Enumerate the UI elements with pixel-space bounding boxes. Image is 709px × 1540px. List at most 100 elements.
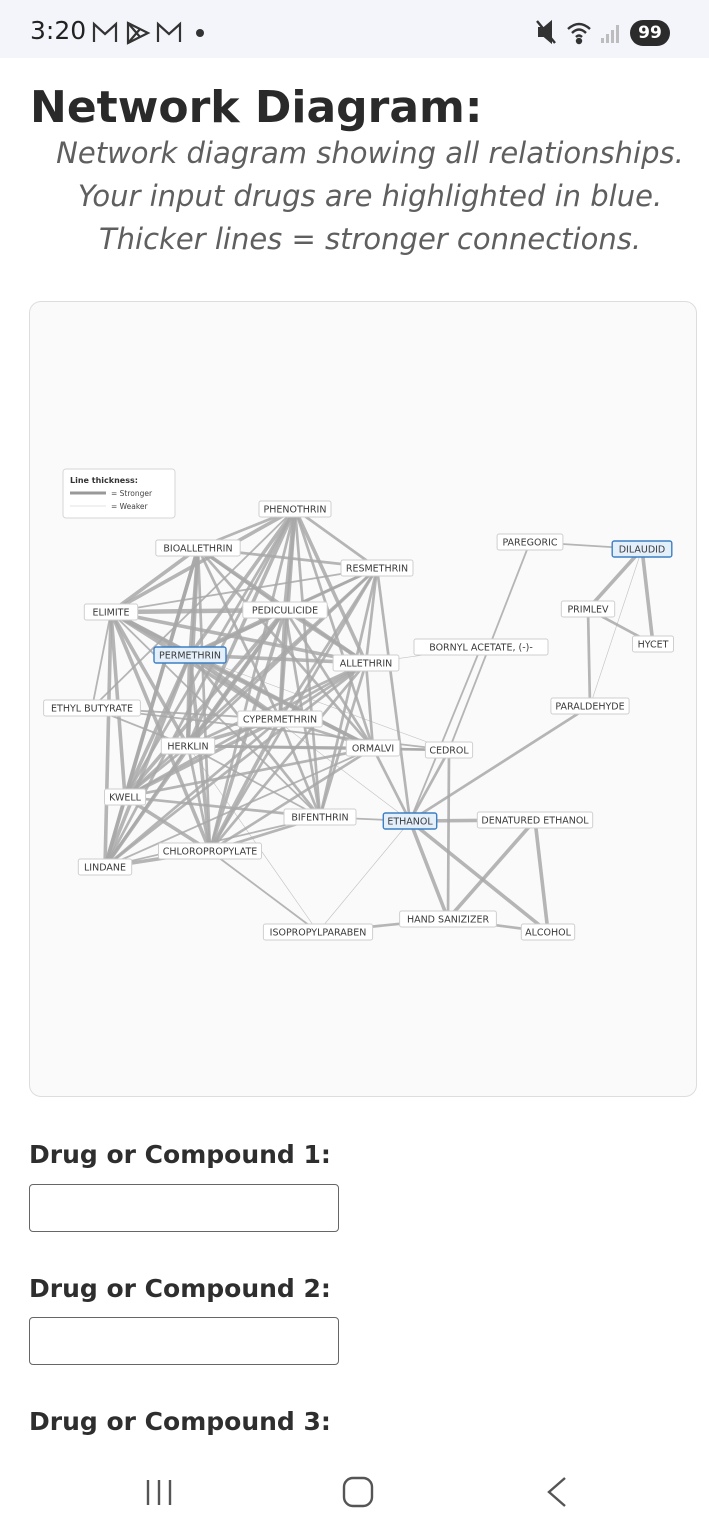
- edge: [317, 820, 411, 933]
- edge: [409, 704, 591, 823]
- node-label: CYPERMETHRIN: [243, 715, 317, 726]
- play-icon: [126, 21, 151, 45]
- node-label: PRIMLEV: [567, 605, 609, 616]
- navigation-bar: [0, 1450, 709, 1536]
- node-label: PEDICULICIDE: [252, 606, 318, 617]
- node-hand-sanizizer[interactable]: HAND SANIZIZER: [399, 910, 497, 928]
- legend-weaker: = Weaker: [111, 502, 149, 511]
- node-label: HYCET: [638, 640, 669, 651]
- system-icons: [536, 19, 619, 45]
- subtitle-line-3: Thicker lines = stronger connections.: [98, 222, 642, 256]
- node-label: HAND SANIZIZER: [407, 915, 490, 926]
- node-label: PHENOTHRIN: [264, 505, 327, 516]
- node-kwell[interactable]: KWELL: [104, 788, 146, 806]
- node-label: RESMETHRIN: [346, 564, 408, 575]
- node-dilaudid[interactable]: DILAUDID: [611, 540, 673, 558]
- subtitle-line-2: Your input drugs are highlighted in blue…: [77, 179, 663, 213]
- node-ormalvi[interactable]: ORMALVI: [345, 739, 401, 757]
- edge: [589, 548, 643, 707]
- dot-icon: [196, 29, 204, 37]
- field-label-3: Drug or Compound 3:: [29, 1407, 331, 1436]
- node-label: ALLETHRIN: [340, 659, 393, 670]
- edge: [103, 611, 113, 868]
- node-paregoric[interactable]: PAREGORIC: [496, 533, 564, 551]
- node-hycet[interactable]: HYCET: [632, 635, 674, 653]
- edge: [586, 547, 644, 611]
- node-label: ORMALVI: [352, 744, 394, 755]
- node-label: DILAUDID: [619, 545, 666, 556]
- edge: [209, 850, 319, 933]
- node-bioallethrin[interactable]: BIOALLETHRIN: [155, 539, 241, 557]
- mute-icon: [536, 19, 556, 45]
- node-herklin[interactable]: HERKLIN: [160, 737, 216, 755]
- node-label: PERMETHRIN: [159, 651, 221, 662]
- node-allethrin[interactable]: ALLETHRIN: [332, 654, 400, 672]
- node-phenothrin[interactable]: PHENOTHRIN: [258, 500, 332, 518]
- node-label: HERKLIN: [167, 742, 208, 753]
- status-bar: 3:20 99: [0, 0, 709, 58]
- node-resmethrin[interactable]: RESMETHRIN: [340, 559, 414, 577]
- network-diagram-panel[interactable]: PHENOTHRIN BIOALLETHRIN RESMETHRIN PAREGORI…: [29, 301, 697, 1097]
- recents-icon[interactable]: [146, 1480, 172, 1505]
- drug-input-2[interactable]: [29, 1317, 339, 1365]
- status-time: 3:20: [30, 16, 87, 45]
- node-denatured-ethanol[interactable]: DENATURED ETHANOL: [476, 811, 594, 829]
- node-cedrol[interactable]: CEDROL: [424, 741, 474, 759]
- node-label: ISOPROPYLPARABEN: [270, 928, 367, 939]
- node-label: PARALDEHYDE: [555, 702, 624, 713]
- legend: Line thickness: = Stronger = Weaker: [62, 468, 176, 519]
- gmail-icon: [156, 21, 182, 42]
- node-label: BIFENTHRIN: [291, 813, 348, 824]
- node-label: BORNYL ACETATE, (-)-: [429, 643, 533, 654]
- edge: [640, 548, 655, 645]
- subtitle-line-1: Network diagram showing all relationship…: [56, 136, 684, 170]
- node-elimite[interactable]: ELIMITE: [83, 603, 139, 621]
- node-label: ALCOHOL: [525, 928, 572, 939]
- node-lindane[interactable]: LINDANE: [77, 858, 133, 876]
- battery-indicator: 99: [630, 20, 670, 46]
- edge: [109, 546, 200, 614]
- field-label-2: Drug or Compound 2:: [29, 1274, 331, 1303]
- node-label: LINDANE: [84, 863, 126, 874]
- wifi-icon: [567, 22, 591, 45]
- node-chloropropylate[interactable]: CHLOROPROPYLATE: [158, 842, 262, 860]
- drug-input-1[interactable]: [29, 1184, 339, 1232]
- edge: [533, 819, 550, 933]
- node-label: DENATURED ETHANOL: [481, 816, 589, 827]
- node-cypermethrin[interactable]: CYPERMETHRIN: [237, 710, 323, 728]
- node-label: ELIMITE: [93, 608, 130, 619]
- edge: [446, 818, 537, 921]
- field-label-1: Drug or Compound 1:: [29, 1140, 331, 1169]
- edge: [375, 567, 412, 822]
- node-bornyl-acetate[interactable]: BORNYL ACETATE, (-)-: [413, 638, 549, 656]
- node-primlev[interactable]: PRIMLEV: [560, 600, 616, 618]
- back-icon[interactable]: [547, 1477, 566, 1507]
- node-ethyl-butyrate[interactable]: ETHYL BUTYRATE: [43, 699, 141, 717]
- node-label: ETHYL BUTYRATE: [51, 704, 133, 715]
- legend-title: Line thickness:: [70, 476, 138, 485]
- gmail-icon: [92, 21, 118, 42]
- notification-icons: [92, 21, 204, 45]
- edge: [409, 646, 482, 822]
- nodes-layer: PHENOTHRIN BIOALLETHRIN RESMETHRIN PAREGORI…: [43, 500, 674, 941]
- node-paraldehyde[interactable]: PARALDEHYDE: [550, 697, 630, 715]
- node-ethanol[interactable]: ETHANOL: [382, 812, 438, 830]
- edge: [446, 749, 451, 920]
- edge: [408, 749, 451, 822]
- node-label: PAREGORIC: [502, 538, 557, 549]
- signal-icon: [601, 25, 619, 43]
- node-permethrin[interactable]: PERMETHRIN: [153, 646, 227, 664]
- node-bifenthrin[interactable]: BIFENTHRIN: [283, 808, 357, 826]
- legend-stronger: = Stronger: [111, 489, 153, 498]
- node-label: ETHANOL: [387, 817, 433, 828]
- node-label: KWELL: [109, 793, 142, 804]
- node-label: CHLOROPROPYLATE: [163, 847, 258, 858]
- edge: [586, 608, 592, 707]
- node-label: BIOALLETHRIN: [163, 544, 232, 555]
- node-isopropylparaben[interactable]: ISOPROPYLPARABEN: [262, 923, 374, 941]
- node-alcohol[interactable]: ALCOHOL: [520, 923, 576, 941]
- node-pediculicide[interactable]: PEDICULICIDE: [242, 601, 328, 619]
- home-icon[interactable]: [342, 1476, 374, 1508]
- node-label: CEDROL: [429, 746, 469, 757]
- network-diagram[interactable]: PHENOTHRIN BIOALLETHRIN RESMETHRIN PAREGORI…: [30, 302, 697, 1097]
